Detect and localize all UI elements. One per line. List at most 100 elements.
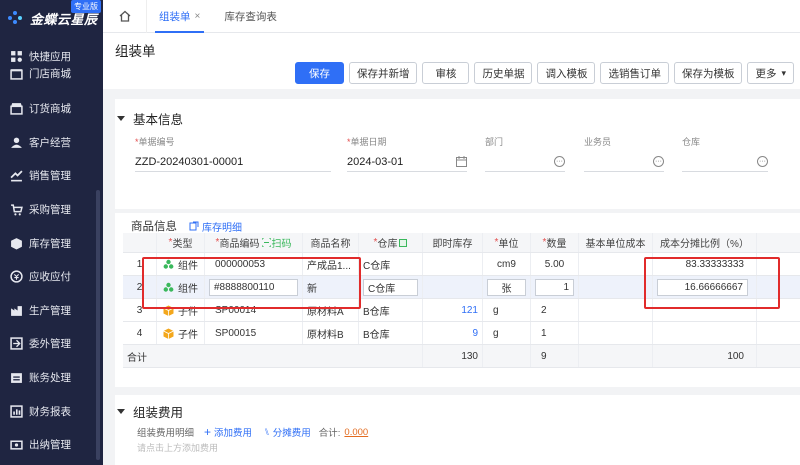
fee-detail-label: 组装费用明细: [137, 428, 195, 439]
sidebar-item-outsource[interactable]: 委外管理: [0, 327, 103, 361]
more-options-icon[interactable]: ···: [554, 156, 565, 167]
doc-date-field[interactable]: *单据日期 2024-03-01: [347, 135, 467, 172]
outsource-icon: [10, 337, 23, 351]
scan-button[interactable]: 扫码: [262, 235, 291, 250]
main-content: 组装单 保存 保存并新增 审核 历史单据 调入模板 选销售订单 保存为模板 更多…: [103, 33, 800, 465]
save-button[interactable]: 保存: [294, 62, 344, 84]
sidebar-item-label: 订货商城: [29, 103, 71, 116]
code-cell[interactable]: SP00015: [205, 322, 303, 344]
select-sales-order-button[interactable]: 选销售订单: [600, 62, 669, 84]
total-stock: 130: [423, 345, 483, 367]
sidebar-item-finance-report[interactable]: 财务报表: [0, 394, 103, 428]
unit-cell[interactable]: g: [483, 322, 531, 344]
edition-badge: 专业版: [71, 0, 101, 13]
more-options-icon[interactable]: ···: [757, 156, 768, 167]
qty-input[interactable]: 1: [535, 278, 574, 296]
sidebar-item-order-mall[interactable]: 订货商城: [0, 92, 103, 126]
more-button[interactable]: 更多 ▾: [747, 62, 794, 84]
sidebar-item-label: 客户经营: [29, 136, 71, 149]
save-and-new-button[interactable]: 保存并新增: [348, 62, 418, 84]
total-label: 合计: [127, 352, 147, 364]
type-label: 子件: [178, 329, 198, 341]
fee-total-value[interactable]: 0.000: [344, 427, 368, 438]
sidebar-item-ledger[interactable]: 账务处理: [0, 361, 103, 395]
base-cost-cell[interactable]: [579, 322, 653, 344]
close-icon[interactable]: ×: [195, 11, 201, 22]
sidebar-item-customer[interactable]: 客户经营: [0, 126, 103, 160]
sidebar-item-label: 账务处理: [29, 372, 71, 385]
calendar-icon[interactable]: [456, 156, 467, 167]
more-label: 更多: [755, 67, 777, 80]
sidebar-menu: 快捷应用 门店商城 订货商城 客户经营 销售管理 采购管理 库存管理 应收应付 …: [0, 48, 103, 462]
warehouse-cell[interactable]: B仓库: [359, 322, 423, 344]
tab-inventory-query[interactable]: 库存查询表: [212, 0, 289, 33]
tab-assembly-order[interactable]: 组装单 ×: [147, 0, 212, 33]
sidebar-item-sales[interactable]: 销售管理: [0, 159, 103, 193]
qty-cell[interactable]: 1: [531, 322, 579, 344]
qty-cell[interactable]: 2: [531, 299, 579, 321]
sidebar-item-quick-apps[interactable]: 快捷应用: [10, 49, 71, 64]
ratio-cell[interactable]: [653, 322, 757, 344]
box-icon: [11, 237, 22, 250]
sidebar-item-purchase[interactable]: 采购管理: [0, 193, 103, 227]
checkbox-icon[interactable]: [399, 238, 408, 247]
base-cost-cell[interactable]: [579, 276, 653, 298]
warehouse-cell[interactable]: B仓库: [359, 299, 423, 321]
unit-cell[interactable]: g: [483, 299, 531, 321]
col-name: 商品名称: [303, 233, 359, 252]
stock-detail-link[interactable]: 库存明细: [189, 219, 242, 234]
base-cost-cell[interactable]: [579, 299, 653, 321]
salesperson-field[interactable]: 业务员 ···: [584, 135, 664, 172]
sidebar-item-label: 委外管理: [29, 338, 71, 351]
sidebar-item-label: 出纳管理: [29, 439, 71, 452]
home-tab[interactable]: [103, 0, 147, 33]
base-cost-cell[interactable]: [579, 253, 653, 275]
sidebar-item-store-mall[interactable]: 门店商城: [10, 66, 71, 81]
sidebar-item-receivable[interactable]: 应收应付: [0, 260, 103, 294]
sidebar-scrollbar[interactable]: [96, 190, 100, 460]
stock-cell: [423, 253, 483, 275]
sidebar-item-cashier[interactable]: 出纳管理: [0, 428, 103, 462]
total-row: 合计 130 9 100: [123, 345, 800, 368]
factory-icon: [11, 306, 22, 316]
col-unit: * 单位: [483, 233, 531, 252]
warehouse-cell[interactable]: C仓库: [359, 253, 423, 275]
add-fee-button[interactable]: + 添加费用: [204, 425, 252, 439]
unit-cell[interactable]: cm9: [483, 253, 531, 275]
col-type: * 类型: [157, 233, 205, 252]
stock-link[interactable]: 121: [423, 299, 483, 321]
department-field[interactable]: 部门 ···: [485, 135, 565, 172]
history-docs-button[interactable]: 历史单据: [474, 62, 533, 84]
sidebar-item-production[interactable]: 生产管理: [0, 294, 103, 328]
unit-input[interactable]: 张: [487, 278, 526, 296]
link-icon: [189, 221, 199, 231]
more-options-icon[interactable]: ···: [653, 156, 664, 167]
app-logo[interactable]: 金蝶云星辰 专业版: [0, 0, 103, 36]
sidebar-item-label: 财务报表: [29, 405, 71, 418]
table-row[interactable]: 4 子件 SP00015 原材料B B仓库 9 g 1: [123, 322, 800, 345]
save-as-template-button[interactable]: 保存为模板: [673, 62, 743, 84]
warehouse-field[interactable]: 仓库 ···: [682, 135, 768, 172]
field-label: 部门: [485, 137, 504, 147]
store-icon: [10, 69, 23, 80]
stock-link[interactable]: 9: [423, 322, 483, 344]
field-label: 仓库: [682, 137, 701, 147]
doc-number-value: ZZD-20240301-00001: [135, 155, 244, 168]
section-title: 基本信息: [133, 113, 184, 127]
fee-header[interactable]: 组装费用: [117, 402, 183, 421]
doc-number-field[interactable]: *单据编号 ZZD-20240301-00001: [135, 135, 331, 172]
basic-info-header[interactable]: 基本信息: [117, 109, 183, 128]
warehouse-input[interactable]: C仓库: [363, 278, 418, 296]
home-icon: [119, 10, 130, 22]
col-ratio: 成本分摊比例（%）: [653, 233, 757, 252]
col-warehouse: * 仓库: [359, 233, 423, 252]
collapse-icon: [117, 409, 125, 414]
qty-cell[interactable]: 5.00: [531, 253, 579, 275]
approve-button[interactable]: 审核: [422, 62, 470, 84]
sidebar-item-inventory[interactable]: 库存管理: [0, 226, 103, 260]
name-cell[interactable]: 原材料B: [303, 322, 359, 344]
fee-total-label: 合计:: [318, 428, 341, 439]
import-template-button[interactable]: 调入模板: [537, 62, 596, 84]
basic-info-section: 基本信息 *单据编号 ZZD-20240301-00001 *单据日期 2024…: [115, 99, 800, 209]
split-fee-button[interactable]: ⑊ 分摊费用: [264, 425, 311, 440]
